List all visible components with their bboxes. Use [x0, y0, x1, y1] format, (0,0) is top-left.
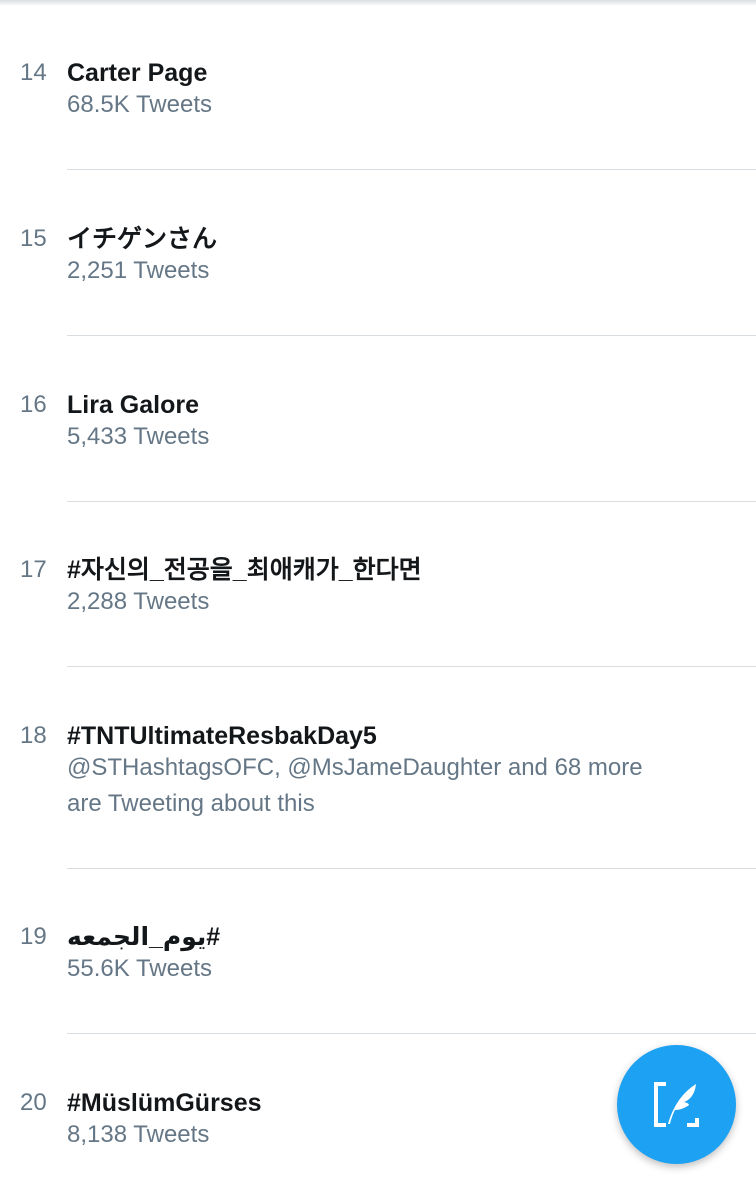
trend-name: #자신의_전공을_최애캐가_한다면 [67, 556, 422, 584]
trend-item[interactable]: 18 #TNTUltimateResbakDay5 @STHashtagsOFC… [0, 721, 756, 831]
trend-rank: 15 [20, 225, 47, 252]
divider [67, 666, 756, 667]
trend-name: #TNTUltimateResbakDay5 [67, 722, 377, 750]
trend-name: Lira Galore [67, 391, 199, 419]
trend-rank: 20 [20, 1089, 47, 1116]
trend-item[interactable]: 17 #자신의_전공을_최애캐가_한다면 2,288 Tweets [0, 555, 756, 635]
trend-name: イチゲンさん [67, 225, 218, 253]
trend-name: Carter Page [67, 59, 208, 87]
trend-tweet-count: 5,433 Tweets [67, 423, 210, 450]
trend-tweet-count: 2,288 Tweets [67, 588, 210, 615]
trend-name: #MüslümGürses [67, 1089, 262, 1117]
divider [67, 335, 756, 336]
trend-item[interactable]: 19 #يوم_الجمعه 55.6K Tweets [0, 922, 756, 1002]
compose-tweet-icon [654, 1082, 699, 1127]
trend-item[interactable]: 14 Carter Page 68.5K Tweets [0, 58, 756, 138]
trend-tweet-count: 8,138 Tweets [67, 1121, 210, 1148]
trend-name: #يوم_الجمعه [67, 923, 221, 951]
trend-tweet-count: 68.5K Tweets [67, 91, 212, 118]
trend-item[interactable]: 16 Lira Galore 5,433 Tweets [0, 390, 756, 470]
trend-tweet-count: 55.6K Tweets [67, 955, 212, 982]
divider [67, 868, 756, 869]
trend-rank: 16 [20, 391, 47, 418]
trend-rank: 18 [20, 722, 47, 749]
trends-screen: 14 Carter Page 68.5K Tweets 15 イチゲンさん 2,… [0, 0, 756, 1200]
trend-item[interactable]: 15 イチゲンさん 2,251 Tweets [0, 224, 756, 304]
trend-rank: 14 [20, 59, 47, 86]
trend-rank: 19 [20, 923, 47, 950]
compose-tweet-button[interactable] [617, 1045, 736, 1164]
trend-tweeting-about: @STHashtagsOFC, @MsJameDaughter and 68 m… [67, 754, 643, 817]
top-edge-shadow [0, 0, 756, 6]
trend-rank: 17 [20, 556, 47, 583]
divider [67, 1033, 756, 1034]
divider [67, 501, 756, 502]
divider [67, 169, 756, 170]
trend-tweet-count: 2,251 Tweets [67, 257, 210, 284]
